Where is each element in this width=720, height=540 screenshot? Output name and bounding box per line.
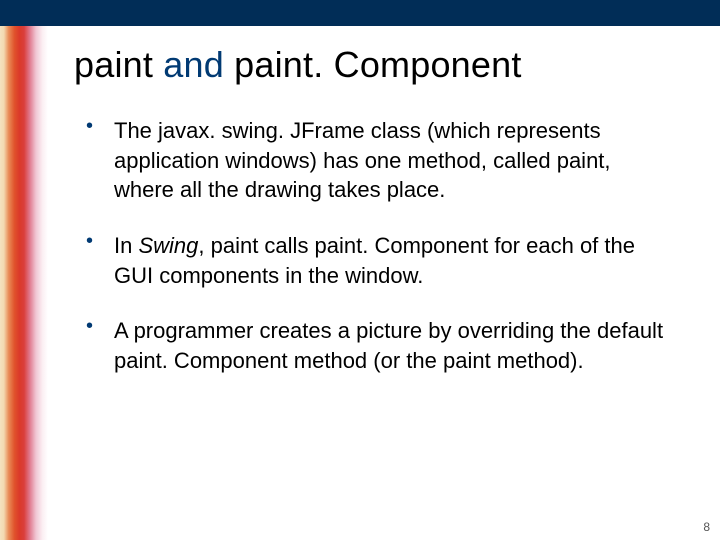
title-conjunction: and — [153, 44, 234, 85]
bullet-text-italic: Swing — [138, 233, 198, 258]
page-number: 8 — [703, 520, 710, 534]
list-item: The javax. swing. JFrame class (which re… — [84, 116, 676, 205]
title-part2: paint. Component — [234, 44, 521, 85]
bullet-text: The javax. swing. JFrame class (which re… — [114, 118, 611, 202]
bullet-text: A programmer creates a picture by overri… — [114, 318, 663, 373]
list-item: A programmer creates a picture by overri… — [84, 316, 676, 375]
title-part1: paint — [74, 44, 153, 85]
list-item: In Swing, paint calls paint. Component f… — [84, 231, 676, 290]
bullet-text-pre: In — [114, 233, 138, 258]
slide-content: paint and paint. Component The javax. sw… — [48, 26, 710, 540]
left-accent-strip — [0, 26, 48, 540]
bullet-list: The javax. swing. JFrame class (which re… — [74, 116, 676, 376]
slide-title: paint and paint. Component — [74, 44, 676, 86]
top-band — [0, 0, 720, 26]
